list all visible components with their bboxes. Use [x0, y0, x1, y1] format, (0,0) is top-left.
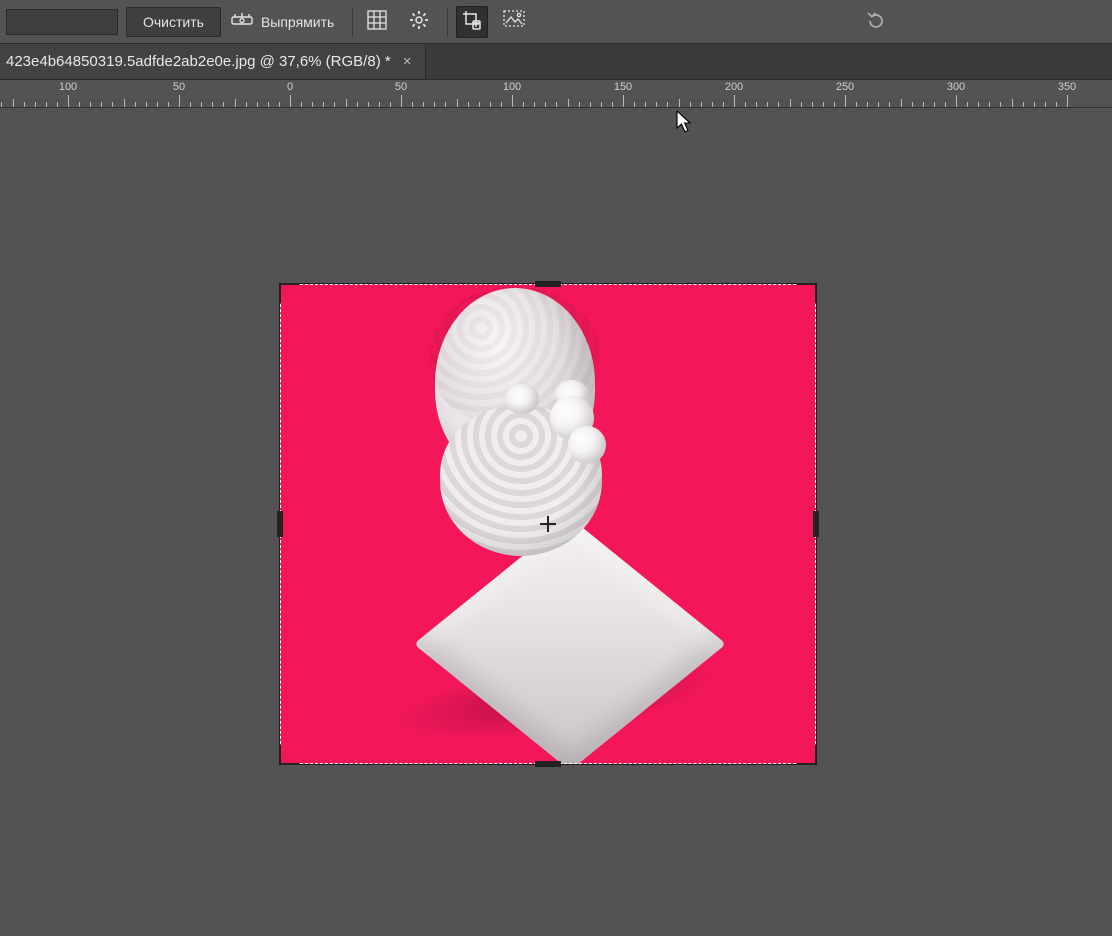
horizontal-ruler[interactable]: 100 50 0 50 100 150 200 250 300 350	[0, 80, 1112, 108]
grid-icon	[367, 10, 387, 33]
delete-cropped-pixels-button[interactable]	[456, 6, 488, 38]
separator	[447, 7, 448, 37]
ruler-label: 250	[836, 81, 854, 93]
canvas-workspace[interactable]	[0, 108, 1112, 936]
reset-crop-button[interactable]	[860, 6, 892, 38]
ruler-label: 100	[59, 81, 77, 93]
ruler-label: 350	[1058, 81, 1076, 93]
straighten-label: Выпрямить	[261, 14, 334, 30]
ruler-label: 100	[503, 81, 521, 93]
ruler-label: 300	[947, 81, 965, 93]
ruler-label: 150	[614, 81, 632, 93]
content-aware-icon	[503, 10, 525, 33]
ruler-label: 50	[395, 81, 407, 93]
ruler-label: 50	[173, 81, 185, 93]
gear-icon	[409, 10, 429, 33]
crop-delete-icon	[461, 9, 483, 34]
level-icon	[231, 11, 253, 32]
separator	[352, 7, 353, 37]
grid-overlay-button[interactable]	[361, 6, 393, 38]
crop-settings-button[interactable]	[403, 6, 435, 38]
straighten-button[interactable]: Выпрямить	[231, 11, 334, 32]
document-tab[interactable]: 423e4b64850319.5adfde2ab2e0e.jpg @ 37,6%…	[0, 44, 426, 79]
document-tab-bar: 423e4b64850319.5adfde2ab2e0e.jpg @ 37,6%…	[0, 44, 1112, 80]
crop-ratio-input[interactable]	[6, 9, 118, 35]
image-content	[280, 284, 816, 764]
undo-icon	[865, 10, 887, 35]
clear-button[interactable]: Очистить	[126, 7, 221, 37]
content-aware-crop-button[interactable]	[498, 6, 530, 38]
close-icon[interactable]: ×	[403, 53, 412, 70]
document-tab-title: 423e4b64850319.5adfde2ab2e0e.jpg @ 37,6%…	[6, 53, 391, 70]
crop-options-bar: Очистить Выпрямить	[0, 0, 1112, 44]
document-canvas[interactable]	[280, 284, 816, 764]
ruler-label: 0	[287, 81, 293, 93]
ruler-label: 200	[725, 81, 743, 93]
